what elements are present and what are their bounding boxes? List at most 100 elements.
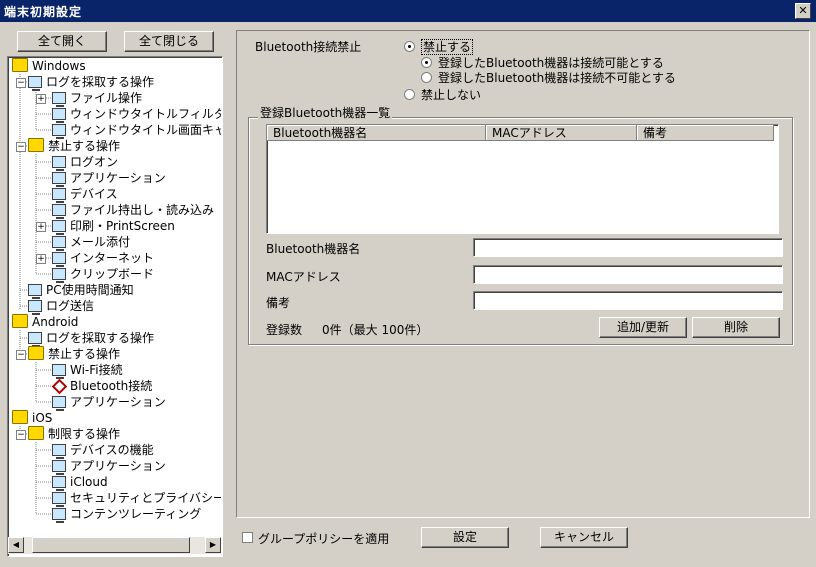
monitor-icon <box>52 124 66 139</box>
tree-item-device[interactable]: デバイス <box>52 186 118 203</box>
tree-item-ios[interactable]: iOS <box>12 410 52 426</box>
monitor-icon <box>52 156 66 171</box>
tree-item-and-prohibit[interactable]: 禁止する操作 <box>28 346 120 362</box>
tree-item-bluetooth[interactable]: Bluetooth接続 <box>51 378 152 395</box>
collapse-all-button[interactable]: 全て閉じる <box>124 31 214 52</box>
monitor-icon <box>52 92 66 107</box>
monitor-icon <box>52 236 66 251</box>
tree-item-file-transfer[interactable]: ファイル持出し・読み込み <box>52 202 214 219</box>
tree-item-win-log[interactable]: ログを採取する操作 <box>28 74 154 91</box>
column-mac-address[interactable]: MACアドレス <box>486 125 637 141</box>
tree-item-clipboard[interactable]: クリップボード <box>52 266 154 283</box>
count-value: 0件（最大 100件） <box>322 323 429 337</box>
count-label: 登録数 <box>266 323 303 337</box>
collapse-icon[interactable]: − <box>16 430 26 440</box>
monitor-icon <box>52 364 66 379</box>
cancel-button[interactable]: キャンセル <box>540 527 628 548</box>
note-label: 備考 <box>266 296 291 310</box>
radio-registered-denied[interactable]: 登録したBluetooth機器は接続不可能とする <box>421 69 676 86</box>
tree-item-windows[interactable]: Windows <box>12 58 86 74</box>
monitor-icon <box>52 252 66 267</box>
tree-item-ios-restrict[interactable]: 制限する操作 <box>28 426 120 442</box>
radio-selected-icon <box>421 57 432 68</box>
device-name-field[interactable] <box>473 238 783 257</box>
collapse-icon[interactable]: − <box>16 78 26 88</box>
column-note[interactable]: 備考 <box>637 125 774 141</box>
monitor-icon <box>52 108 66 123</box>
tree-item-win-prohibit[interactable]: 禁止する操作 <box>28 138 120 154</box>
bluetooth-selected-icon <box>51 378 68 395</box>
tree-item-android[interactable]: Android <box>12 314 78 330</box>
window-title: 端末初期設定 <box>4 5 83 19</box>
radio-unselected-icon <box>404 89 415 100</box>
radio-prohibit[interactable]: 禁止する <box>404 38 474 55</box>
expand-all-button[interactable]: 全て開く <box>17 31 107 52</box>
monitor-icon <box>28 332 42 347</box>
tree-item-log-send[interactable]: ログ送信 <box>28 298 94 315</box>
scroll-left-icon[interactable]: ◀ <box>8 537 24 553</box>
tree-item-file-ops[interactable]: ファイル操作 <box>52 90 142 107</box>
folder-icon <box>28 138 44 152</box>
radio-unselected-icon <box>421 72 432 83</box>
radio-selected-icon <box>404 41 415 52</box>
bt-prohibit-label: Bluetooth接続禁止 <box>255 40 362 54</box>
tree-item-icloud[interactable]: iCloud <box>52 474 108 491</box>
tree-item-print[interactable]: 印刷・PrintScreen <box>52 218 175 235</box>
tree-item-window-filter[interactable]: ウィンドウタイトルフィルタ <box>52 106 221 123</box>
monitor-icon <box>52 204 66 219</box>
tree-item-wifi[interactable]: Wi-Fi接続 <box>52 362 123 379</box>
collapse-icon[interactable]: − <box>16 142 26 152</box>
scroll-thumb[interactable] <box>32 537 190 553</box>
collapse-icon[interactable]: − <box>16 350 26 360</box>
monitor-icon <box>28 76 42 91</box>
mac-address-field[interactable] <box>473 265 783 284</box>
monitor-icon <box>52 460 66 475</box>
monitor-icon <box>52 172 66 187</box>
tree-item-ios-device[interactable]: デバイスの機能 <box>52 442 154 459</box>
tree-item-ios-app[interactable]: アプリケーション <box>52 458 166 475</box>
note-field[interactable] <box>473 291 783 310</box>
delete-button[interactable]: 削除 <box>692 317 780 338</box>
folder-icon <box>12 314 28 328</box>
monitor-icon <box>28 284 42 299</box>
mac-address-label: MACアドレス <box>266 270 341 284</box>
group-policy-label: グループポリシーを適用 <box>258 532 390 546</box>
expand-icon[interactable]: + <box>36 254 46 264</box>
folder-icon <box>28 426 44 440</box>
monitor-icon <box>28 300 42 315</box>
monitor-icon <box>52 492 66 507</box>
monitor-icon <box>52 220 66 235</box>
tree-item-mail[interactable]: メール添付 <box>52 234 130 251</box>
monitor-icon <box>52 188 66 203</box>
folder-icon <box>12 58 28 72</box>
tree-item-rating[interactable]: コンテンツレーティング <box>52 506 201 523</box>
tree-item-internet[interactable]: インターネット <box>52 250 154 267</box>
folder-icon <box>28 346 44 360</box>
tree-item-and-log[interactable]: ログを採取する操作 <box>28 330 154 347</box>
title-bar: 端末初期設定 ✕ <box>0 0 816 22</box>
scroll-right-icon[interactable]: ▶ <box>205 537 221 553</box>
group-policy-checkbox[interactable] <box>242 532 253 543</box>
add-update-button[interactable]: 追加/更新 <box>599 317 687 338</box>
group-title: 登録Bluetooth機器一覧 <box>258 104 393 121</box>
tree-item-logon[interactable]: ログオン <box>52 154 118 171</box>
expand-icon[interactable]: + <box>36 222 46 232</box>
monitor-icon <box>52 444 66 459</box>
monitor-icon <box>52 476 66 491</box>
expand-icon[interactable]: + <box>36 94 46 104</box>
tree-horizontal-scrollbar[interactable]: ◀ ▶ <box>8 537 221 554</box>
monitor-icon <box>52 268 66 283</box>
device-list[interactable]: Bluetooth機器名 MACアドレス 備考 <box>266 124 779 234</box>
tree-item-pc-time[interactable]: PC使用時間通知 <box>28 282 134 299</box>
tree-item-security[interactable]: セキュリティとプライバシー <box>52 490 221 507</box>
tree-item-and-app[interactable]: アプリケーション <box>52 394 166 411</box>
tree-item-window-capture[interactable]: ウィンドウタイトル画面キャプチャ <box>52 122 221 139</box>
monitor-icon <box>52 396 66 411</box>
tree-item-application[interactable]: アプリケーション <box>52 170 166 187</box>
close-icon[interactable]: ✕ <box>795 3 811 19</box>
tree-content: Windows − ログを採取する操作 + ファイル操作 ウィンドウタイトルフィ… <box>7 56 221 556</box>
folder-icon <box>12 410 28 424</box>
radio-not-prohibit[interactable]: 禁止しない <box>404 86 481 103</box>
apply-button[interactable]: 設定 <box>421 527 509 548</box>
column-device-name[interactable]: Bluetooth機器名 <box>267 125 486 141</box>
